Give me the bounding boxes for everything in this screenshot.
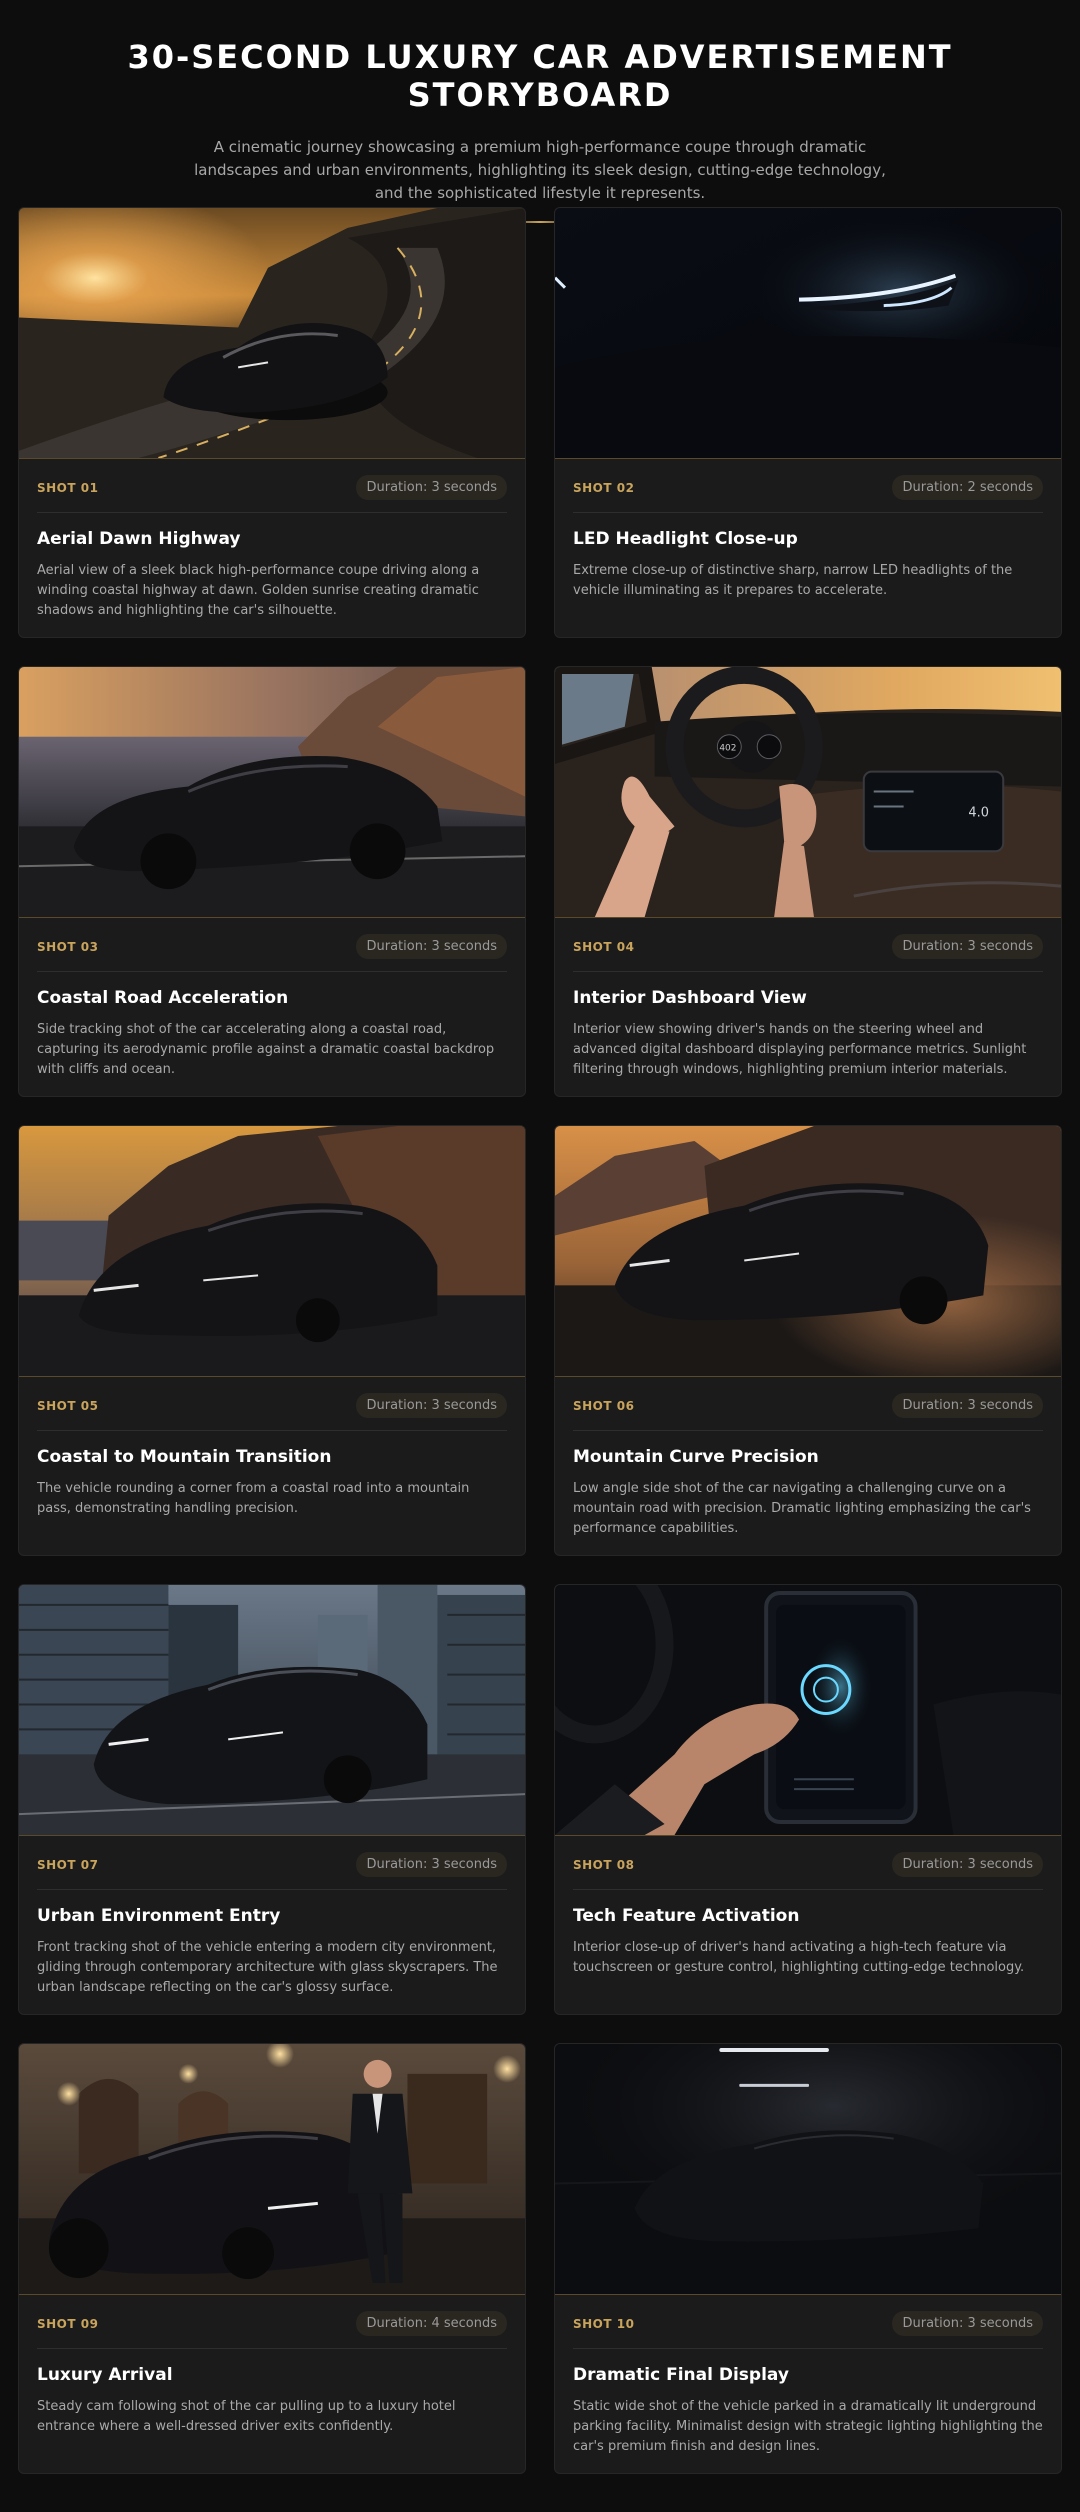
shot-number: SHOT 01: [37, 480, 99, 495]
shot-card[interactable]: SHOT 05 Duration: 3 seconds Coastal to M…: [18, 1125, 526, 1556]
page-title: 30-SECOND LUXURY CAR ADVERTISEMENT STORY…: [127, 38, 953, 114]
shot-number: SHOT 03: [37, 939, 99, 954]
dash-speed-readout: 402: [719, 744, 736, 754]
shot-image-urban-entry: [19, 1585, 525, 1836]
shot-card[interactable]: SHOT 10 Duration: 3 seconds Dramatic Fin…: [554, 2043, 1062, 2474]
shot-card[interactable]: 402 4.0 SHOT 04 Duration: 3 seconds Inte…: [554, 666, 1062, 1097]
shot-description: Steady cam following shot of the car pul…: [37, 2399, 456, 2434]
shot-description: Extreme close-up of distinctive sharp, n…: [573, 563, 1013, 598]
shot-card[interactable]: SHOT 08 Duration: 3 seconds Tech Feature…: [554, 1584, 1062, 2015]
storyboard-grid: SHOT 01 Duration: 3 seconds Aerial Dawn …: [0, 207, 1080, 2474]
shot-image-final-display: [555, 2044, 1061, 2295]
shot-number: SHOT 06: [573, 1398, 635, 1413]
duration-badge: Duration: 3 seconds: [892, 1393, 1043, 1418]
shot-description: Static wide shot of the vehicle parked i…: [573, 2399, 1043, 2454]
shot-image-coastal-road: [19, 667, 525, 918]
duration-badge: Duration: 4 seconds: [356, 2311, 507, 2336]
shot-meta: SHOT 02 Duration: 2 seconds: [573, 475, 1043, 513]
duration-badge: Duration: 3 seconds: [892, 934, 1043, 959]
page-subtitle: A cinematic journey showcasing a premium…: [194, 138, 886, 202]
duration-badge: Duration: 2 seconds: [892, 475, 1043, 500]
shot-image-aerial-dawn-highway: [19, 208, 525, 459]
shot-meta: SHOT 04 Duration: 3 seconds: [573, 934, 1043, 972]
shot-card[interactable]: SHOT 07 Duration: 3 seconds Urban Enviro…: [18, 1584, 526, 2015]
page-header: 30-SECOND LUXURY CAR ADVERTISEMENT STORY…: [0, 0, 1080, 223]
shot-meta: SHOT 09 Duration: 4 seconds: [37, 2311, 507, 2349]
shot-meta: SHOT 10 Duration: 3 seconds: [573, 2311, 1043, 2349]
shot-title: Coastal to Mountain Transition: [37, 1447, 332, 1467]
shot-description: Interior close-up of driver's hand activ…: [573, 1940, 1025, 1975]
duration-badge: Duration: 3 seconds: [356, 475, 507, 500]
shot-image-coastal-mountain: [19, 1126, 525, 1377]
shot-meta: SHOT 05 Duration: 3 seconds: [37, 1393, 507, 1431]
shot-number: SHOT 04: [573, 939, 635, 954]
dash-screen-readout: 4.0: [968, 805, 989, 820]
shot-meta: SHOT 06 Duration: 3 seconds: [573, 1393, 1043, 1431]
shot-card[interactable]: SHOT 02 Duration: 2 seconds LED Headligh…: [554, 207, 1062, 638]
shot-image-tech-feature: [555, 1585, 1061, 1836]
shot-image-mountain-curve: [555, 1126, 1061, 1377]
shot-title: LED Headlight Close-up: [573, 529, 798, 549]
shot-description: Aerial view of a sleek black high-perfor…: [37, 563, 480, 618]
shot-number: SHOT 10: [573, 2316, 635, 2331]
duration-badge: Duration: 3 seconds: [356, 934, 507, 959]
shot-title: Urban Environment Entry: [37, 1906, 281, 1926]
shot-meta: SHOT 03 Duration: 3 seconds: [37, 934, 507, 972]
shot-description: Low angle side shot of the car navigatin…: [573, 1481, 1031, 1536]
shot-image-luxury-arrival: [19, 2044, 525, 2295]
shot-meta: SHOT 08 Duration: 3 seconds: [573, 1852, 1043, 1890]
shot-number: SHOT 05: [37, 1398, 99, 1413]
shot-description: The vehicle rounding a corner from a coa…: [37, 1481, 470, 1516]
shot-title: Aerial Dawn Highway: [37, 529, 241, 549]
shot-image-interior-dashboard: 402 4.0: [555, 667, 1061, 918]
shot-description: Interior view showing driver's hands on …: [573, 1022, 1027, 1077]
duration-badge: Duration: 3 seconds: [892, 2311, 1043, 2336]
shot-title: Interior Dashboard View: [573, 988, 807, 1008]
shot-title: Luxury Arrival: [37, 2365, 173, 2385]
shot-title: Dramatic Final Display: [573, 2365, 789, 2385]
shot-meta: SHOT 01 Duration: 3 seconds: [37, 475, 507, 513]
shot-description: Side tracking shot of the car accelerati…: [37, 1022, 495, 1077]
shot-title: Coastal Road Acceleration: [37, 988, 289, 1008]
shot-number: SHOT 08: [573, 1857, 635, 1872]
shot-number: SHOT 02: [573, 480, 635, 495]
shot-title: Tech Feature Activation: [573, 1906, 800, 1926]
shot-number: SHOT 07: [37, 1857, 99, 1872]
shot-card[interactable]: SHOT 03 Duration: 3 seconds Coastal Road…: [18, 666, 526, 1097]
duration-badge: Duration: 3 seconds: [356, 1852, 507, 1877]
shot-meta: SHOT 07 Duration: 3 seconds: [37, 1852, 507, 1890]
shot-title: Mountain Curve Precision: [573, 1447, 819, 1467]
shot-card[interactable]: SHOT 01 Duration: 3 seconds Aerial Dawn …: [18, 207, 526, 638]
duration-badge: Duration: 3 seconds: [356, 1393, 507, 1418]
shot-number: SHOT 09: [37, 2316, 99, 2331]
shot-card[interactable]: SHOT 06 Duration: 3 seconds Mountain Cur…: [554, 1125, 1062, 1556]
shot-description: Front tracking shot of the vehicle enter…: [37, 1940, 498, 1995]
shot-card[interactable]: SHOT 09 Duration: 4 seconds Luxury Arriv…: [18, 2043, 526, 2474]
duration-badge: Duration: 3 seconds: [892, 1852, 1043, 1877]
shot-image-led-headlight: [555, 208, 1061, 459]
